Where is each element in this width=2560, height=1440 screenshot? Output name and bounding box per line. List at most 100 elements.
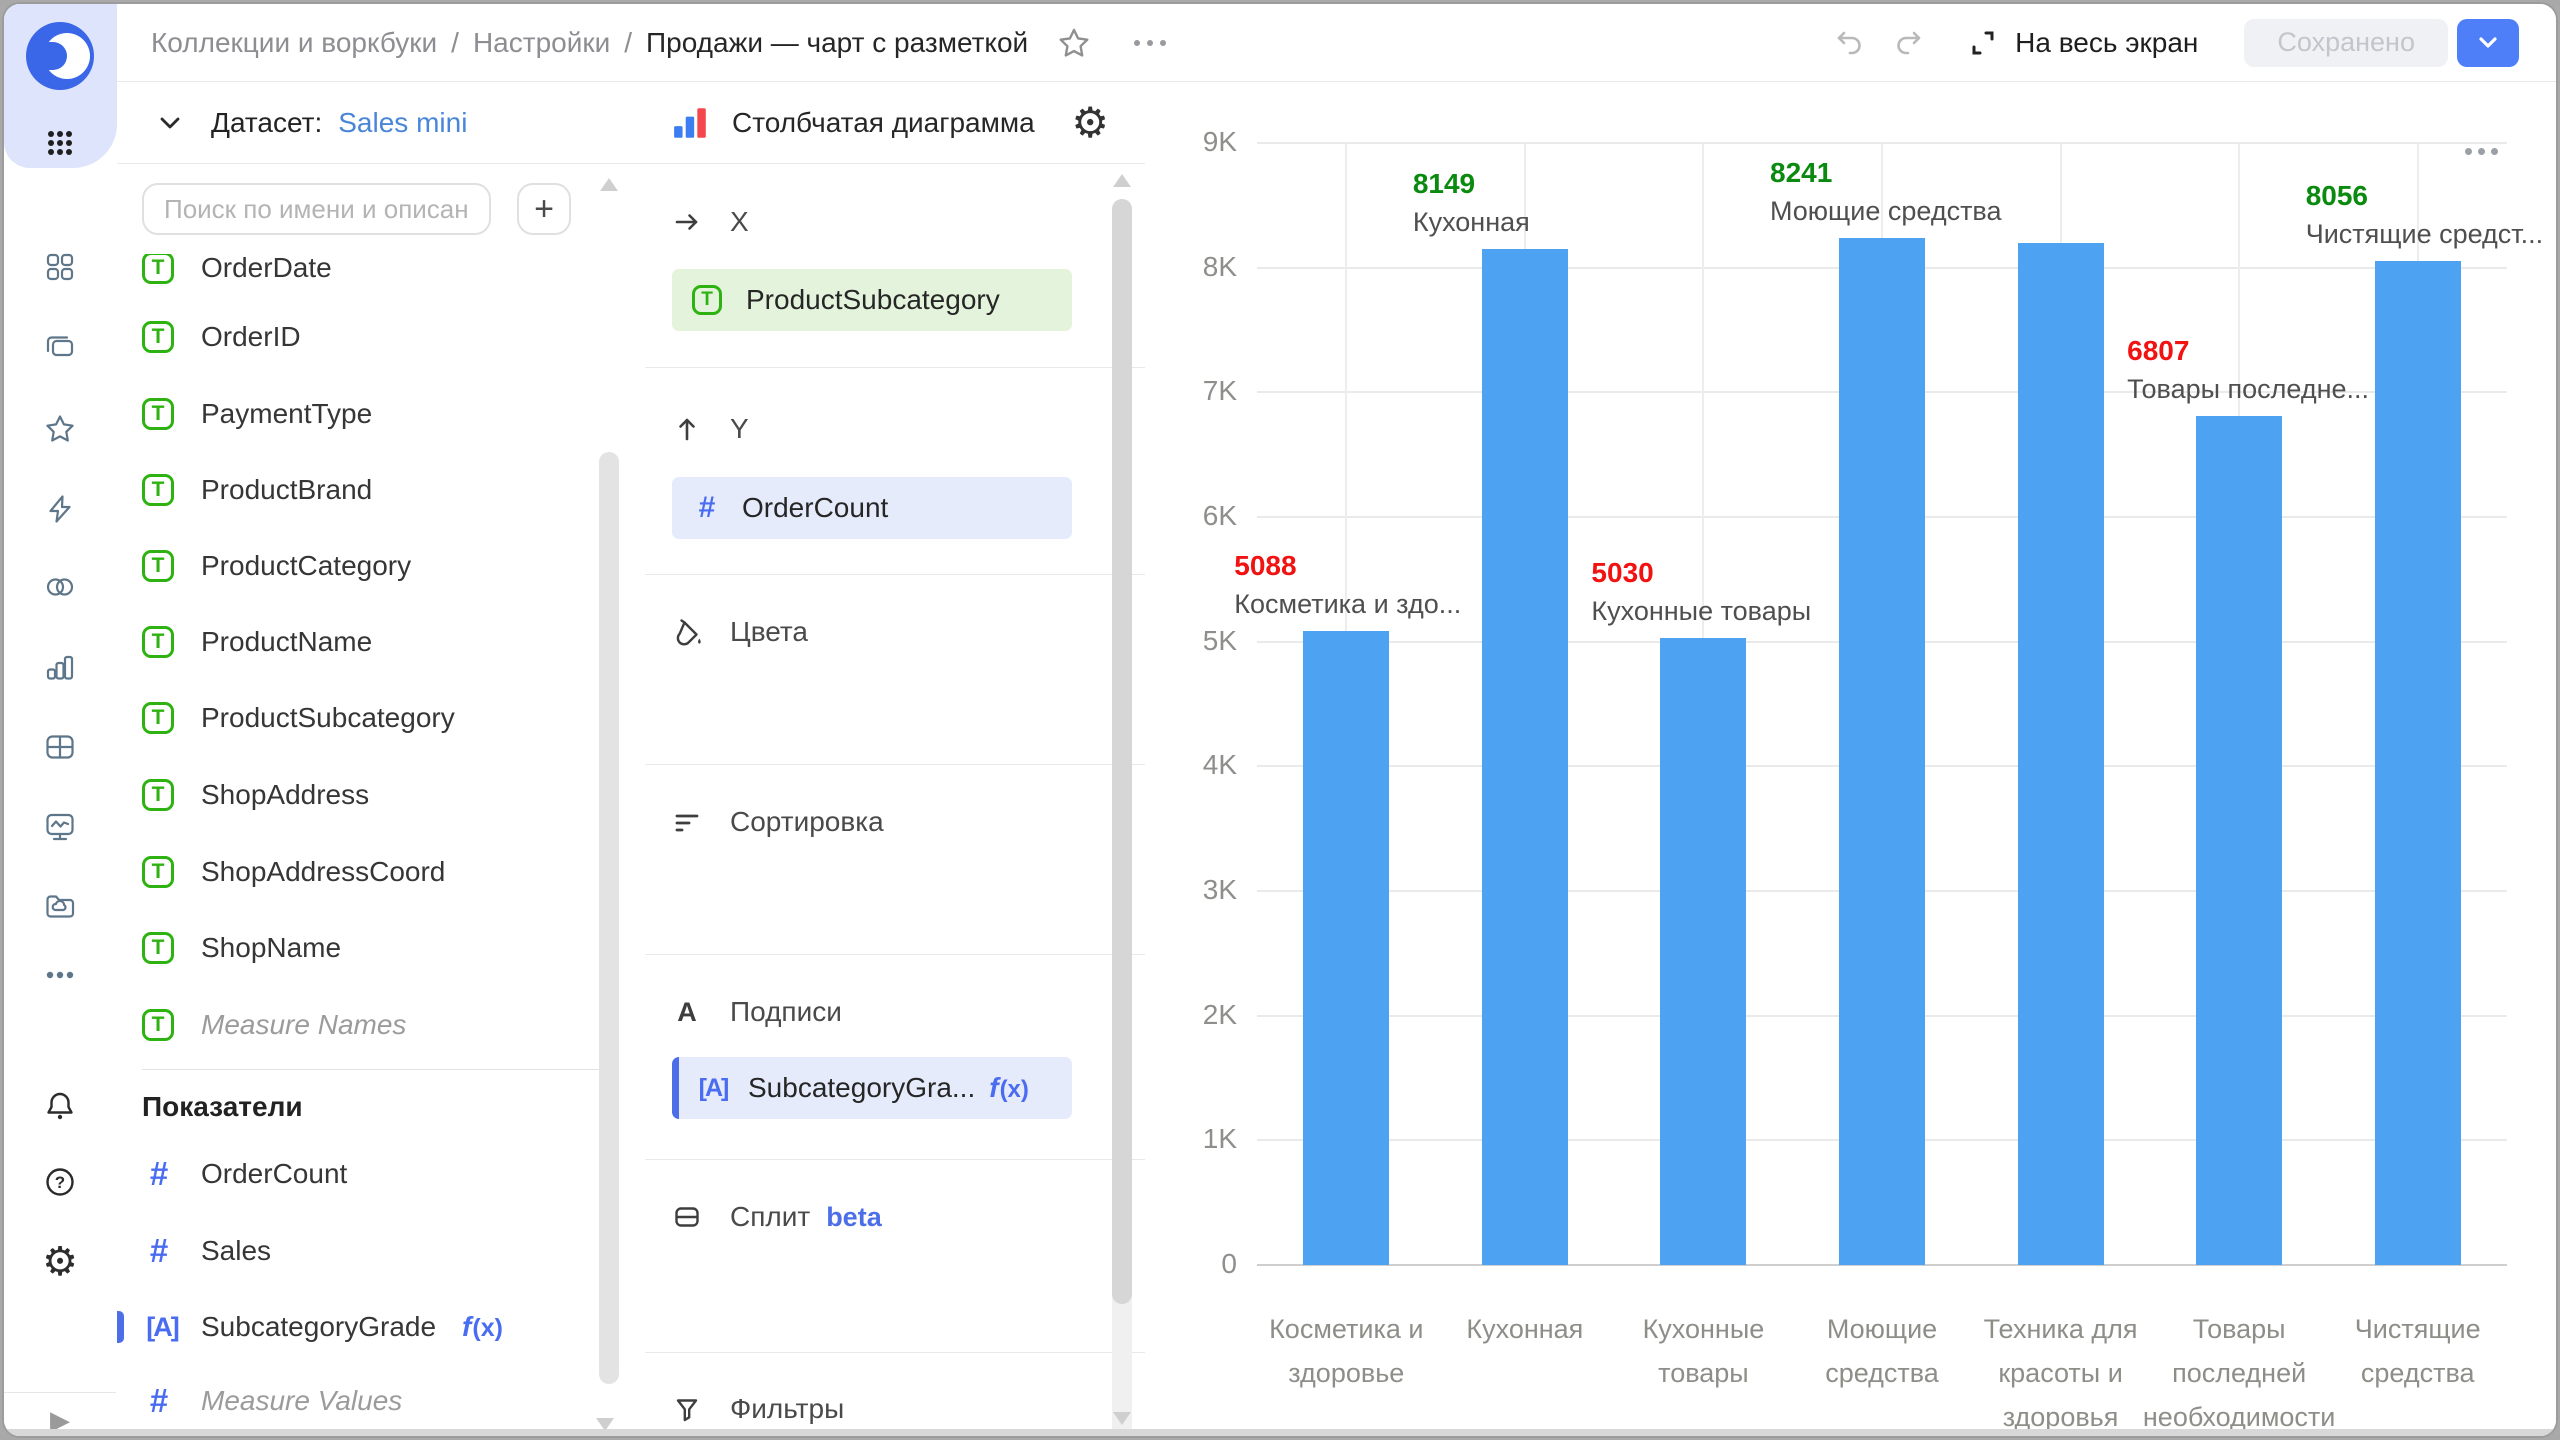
type-text-icon: T	[142, 626, 174, 658]
dataset-header[interactable]: Датасет: Sales mini	[117, 82, 645, 164]
field-label: ShopName	[201, 932, 341, 964]
bar-value-label: 8149Кухонная	[1413, 165, 1530, 241]
field-label: Sales	[201, 1235, 271, 1267]
section-divider	[645, 574, 1145, 575]
tables-icon[interactable]	[4, 728, 116, 766]
fullscreen-button[interactable]: На весь экран	[1967, 27, 2198, 59]
scroll-up-icon[interactable]	[1113, 174, 1131, 187]
sort-icon	[672, 807, 730, 837]
breadcrumb-collections[interactable]: Коллекции и воркбуки	[151, 27, 437, 59]
bar-value-label: 5088Косметика и здо...	[1234, 547, 1461, 623]
type-text-icon: T	[142, 398, 174, 430]
datalens-logo-icon[interactable]	[26, 22, 94, 90]
search-input[interactable]	[142, 183, 491, 235]
type-text-icon: T	[142, 252, 174, 284]
field-row-paymenttype[interactable]: TPaymentType	[142, 386, 601, 442]
chart-menu-icon[interactable]	[2465, 148, 2498, 155]
bar-value-label: 8241Моющие средства	[1770, 154, 2002, 230]
chart-type-label[interactable]: Столбчатая диаграмма	[732, 107, 1035, 139]
dataset-search-row: +	[117, 164, 645, 254]
chart-bar-товары-последней-необходимости[interactable]	[2196, 416, 2282, 1265]
config-scrollbar-thumb[interactable]	[1112, 199, 1132, 1304]
notifications-bell-icon[interactable]	[4, 1087, 116, 1125]
chart-bar-кухонная[interactable]	[1482, 249, 1568, 1265]
breadcrumb-current-chart: Продажи — чарт с разметкой	[646, 27, 1028, 59]
charts-icon[interactable]	[4, 648, 116, 686]
more-menu-icon[interactable]	[1134, 40, 1166, 46]
chip-label: SubcategoryGra...	[748, 1072, 975, 1104]
type-number-icon: #	[692, 491, 722, 525]
monitoring-icon[interactable]	[4, 808, 116, 846]
field-row-ordercount[interactable]: #OrderCount	[142, 1146, 601, 1202]
connections-icon[interactable]	[4, 568, 116, 606]
chip-subcategorygra-[interactable]: [A]SubcategoryGra...f(x)	[672, 1057, 1072, 1119]
chart-bar-моющие-средства[interactable]	[1839, 238, 1925, 1265]
favorites-star-icon[interactable]	[4, 410, 116, 448]
widgets-icon[interactable]	[4, 248, 116, 286]
top-bar: Коллекции и воркбуки / Настройки / Прода…	[117, 4, 2556, 82]
field-row-measure-values[interactable]: #Measure Values	[142, 1373, 601, 1429]
redo-icon[interactable]	[1893, 27, 1925, 59]
y-axis-tick-label: 1K	[1145, 1123, 1237, 1155]
editor-lightning-icon[interactable]	[4, 490, 116, 528]
field-row-shopaddress[interactable]: TShopAddress	[142, 767, 601, 823]
field-label: Measure Values	[201, 1385, 402, 1417]
field-row-productsubcategory[interactable]: TProductSubcategory	[142, 690, 601, 746]
chevron-down-icon[interactable]	[155, 108, 185, 138]
chart-bar-техника-для-красоты-и-здоровья[interactable]	[2018, 243, 2104, 1265]
field-row-productbrand[interactable]: TProductBrand	[142, 462, 601, 518]
chart-bar-кухонные-товары[interactable]	[1660, 638, 1746, 1265]
chip-label: ProductSubcategory	[746, 284, 1000, 316]
section-сплит: Сплитbeta	[672, 1197, 882, 1237]
chart-bar-косметика-и-здоровье[interactable]	[1303, 631, 1389, 1265]
collections-icon[interactable]	[4, 328, 116, 366]
field-row-shopname[interactable]: TShopName	[142, 920, 601, 976]
section-label: Подписи	[730, 996, 842, 1028]
type-text-icon: T	[142, 474, 174, 506]
more-dots-icon[interactable]	[4, 956, 116, 994]
chart-bar-чистящие-средства[interactable]	[2375, 261, 2461, 1265]
field-row-shopaddresscoord[interactable]: T ShopAddressCoord	[142, 844, 601, 900]
field-row-productcategory[interactable]: TProductCategory	[142, 538, 601, 594]
section-divider	[645, 954, 1145, 955]
storage-folder-icon[interactable]	[4, 887, 116, 925]
chip-productsubcategory[interactable]: TProductSubcategory	[672, 269, 1072, 331]
field-label: Measure Names	[201, 1009, 406, 1041]
saved-button[interactable]: Сохранено	[2244, 19, 2448, 67]
dataset-name-link[interactable]: Sales mini	[338, 107, 467, 139]
field-row-subcategorygrade[interactable]: [A]SubcategoryGradef(x)	[142, 1299, 601, 1355]
field-row-sales[interactable]: #Sales	[142, 1223, 601, 1279]
field-row-orderid[interactable]: T OrderID	[142, 309, 601, 365]
save-dropdown-button[interactable]	[2457, 19, 2519, 67]
type-text-icon: T	[142, 321, 174, 353]
fields-divider	[142, 1069, 617, 1070]
help-icon[interactable]: ?	[4, 1163, 116, 1201]
dataset-panel: Датасет: Sales mini + TOrderDateTOrderID…	[117, 82, 646, 1436]
field-row-measure-names[interactable]: TMeasure Names	[142, 997, 601, 1053]
rail-divider	[4, 1392, 116, 1393]
chip-ordercount[interactable]: #OrderCount	[672, 477, 1072, 539]
field-label: ShopAddressCoord	[201, 856, 445, 888]
field-row-productname[interactable]: TProductName	[142, 614, 601, 670]
horizontal-scrollbar[interactable]	[4, 1429, 2556, 1436]
favorite-star-icon[interactable]	[1056, 25, 1092, 61]
undo-icon[interactable]	[1833, 27, 1865, 59]
scroll-up-icon[interactable]	[600, 178, 618, 191]
section-divider	[645, 367, 1145, 368]
formula-icon: f(x)	[989, 1072, 1029, 1104]
split-icon	[672, 1202, 730, 1232]
breadcrumb-separator: /	[624, 27, 632, 59]
section-label: Y	[730, 413, 749, 445]
dataset-scrollbar[interactable]	[599, 452, 619, 1384]
add-field-button[interactable]: +	[517, 183, 571, 235]
y-axis-tick-label: 4K	[1145, 749, 1237, 781]
fullscreen-label[interactable]: На весь экран	[2015, 27, 2198, 59]
apps-grid-icon[interactable]	[4, 124, 116, 162]
section-label: X	[730, 206, 749, 238]
settings-gear-icon[interactable]: ⚙	[4, 1243, 116, 1281]
type-text-icon: T	[142, 856, 174, 888]
field-label: OrderID	[201, 321, 301, 353]
chart-settings-gear-icon[interactable]: ⚙	[1071, 102, 1109, 144]
scroll-down-icon[interactable]	[1113, 1412, 1131, 1425]
breadcrumb-settings[interactable]: Настройки	[473, 27, 610, 59]
